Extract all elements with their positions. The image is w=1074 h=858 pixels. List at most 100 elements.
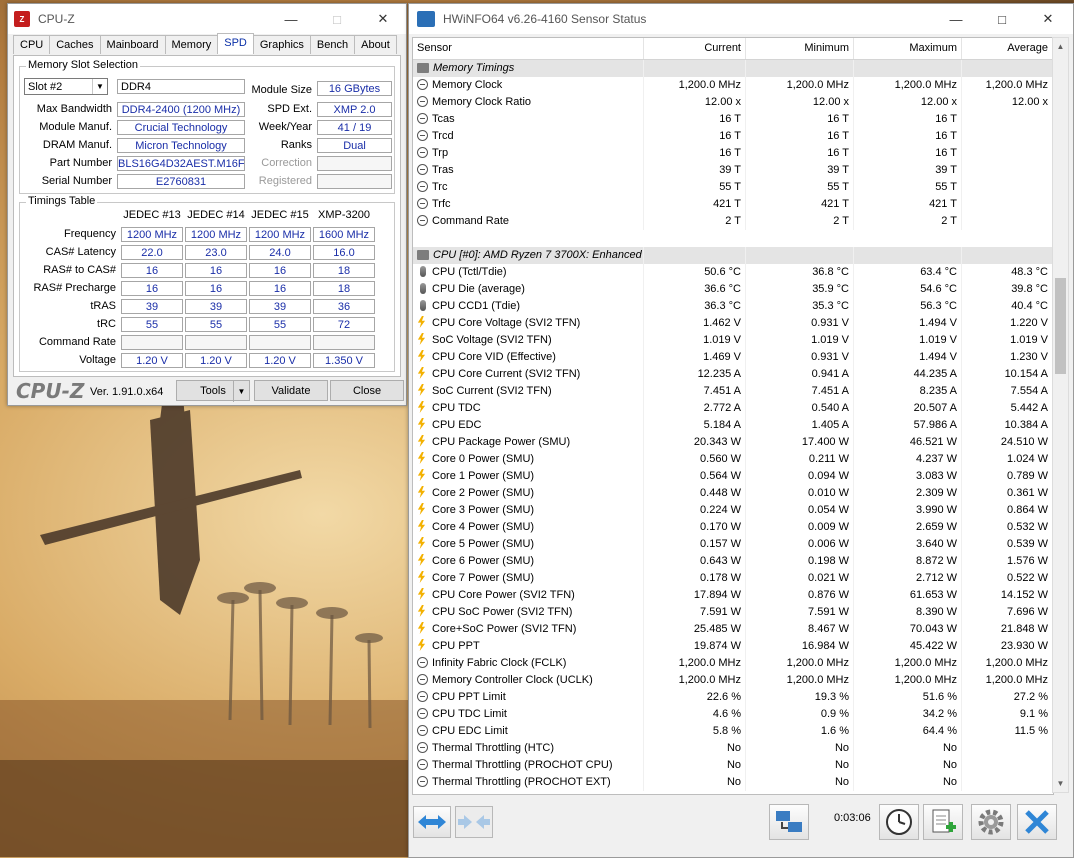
- sensor-row[interactable]: CPU PPT Limit 22.6 % 19.3 % 51.6 % 27.2 %: [413, 689, 1053, 706]
- hw-maximize-button[interactable]: □: [979, 4, 1025, 34]
- sensor-row[interactable]: Core 1 Power (SMU) 0.564 W 0.094 W 3.083 W0…: [413, 468, 1053, 485]
- tab-caches[interactable]: Caches: [49, 35, 101, 54]
- tab-bench[interactable]: Bench: [309, 35, 356, 54]
- sensor-row[interactable]: Core 2 Power (SMU) 0.448 W 0.010 W 2.309 W0…: [413, 485, 1053, 502]
- sensor-row[interactable]: CPU Core Power (SVI2 TFN) 17.894 W 0.876 W…: [413, 587, 1053, 604]
- col-header-current[interactable]: Current: [644, 38, 746, 59]
- sensor-row[interactable]: SoC Voltage (SVI2 TFN) 1.019 V 1.019 V 1.01…: [413, 332, 1053, 349]
- sensor-row[interactable]: Memory Clock 1,200.0 MHz 1,200.0 MHz 1,200.…: [413, 77, 1053, 94]
- scroll-up-icon[interactable]: ▲: [1053, 38, 1068, 55]
- timing-col-jedec13: JEDEC #13: [123, 209, 181, 221]
- minimize-button[interactable]: —: [268, 4, 314, 34]
- sensor-row[interactable]: CPU EDC 5.184 A 1.405 A 57.986 A 10.384 A: [413, 417, 1053, 434]
- slot-dropdown[interactable]: Slot #2 ▼: [24, 78, 108, 95]
- sensor-row[interactable]: Trfc 421 T 421 T 421 T: [413, 196, 1053, 213]
- sensor-row[interactable]: Core 6 Power (SMU) 0.643 W 0.198 W 8.872 W1…: [413, 553, 1053, 570]
- close-window-button[interactable]: ✕: [360, 4, 406, 34]
- hw-close-window-button[interactable]: ✕: [1025, 4, 1071, 34]
- scroll-down-icon[interactable]: ▼: [1053, 775, 1068, 792]
- sensor-row[interactable]: Thermal Throttling (PROCHOT CPU) No No No: [413, 757, 1053, 774]
- sensor-row[interactable]: CPU PPT 19.874 W 16.984 W 45.422 W 23.930 W: [413, 638, 1053, 655]
- timing-cell: 39: [249, 299, 311, 314]
- tab-graphics[interactable]: Graphics: [252, 35, 311, 54]
- lightning-bolt-icon: [417, 520, 426, 532]
- sensor-row[interactable]: Tras 39 T 39 T 39 T: [413, 162, 1053, 179]
- sensor-row[interactable]: CPU SoC Power (SVI2 TFN) 7.591 W 7.591 W 8.…: [413, 604, 1053, 621]
- sensor-name: CPU Die (average): [432, 283, 525, 295]
- sensor-row[interactable]: Memory Clock Ratio 12.00 x 12.00 x 12.00 x1…: [413, 94, 1053, 111]
- sensor-row[interactable]: Trc 55 T 55 T 55 T: [413, 179, 1053, 196]
- sensor-row[interactable]: CPU Core VID (Effective) 1.469 V 0.931 V 1.…: [413, 349, 1053, 366]
- sensor-minimum-cell: 2 T: [746, 213, 854, 230]
- next-sensor-button[interactable]: [455, 806, 493, 838]
- network-button[interactable]: [769, 804, 809, 840]
- sensor-row[interactable]: Core 4 Power (SMU) 0.170 W 0.009 W 2.659 W0…: [413, 519, 1053, 536]
- sensor-row[interactable]: Thermal Throttling (PROCHOT EXT) No No No: [413, 774, 1053, 791]
- col-header-sensor[interactable]: Sensor: [413, 38, 644, 59]
- sensor-row[interactable]: Memory Controller Clock (UCLK) 1,200.0 MH…: [413, 672, 1053, 689]
- sensor-row[interactable]: CPU (Tctl/Tdie) 50.6 °C 36.8 °C 63.4 °C 48.3…: [413, 264, 1053, 281]
- sensor-average-cell: [962, 213, 1053, 230]
- sensor-current-cell: 16 T: [644, 128, 746, 145]
- sensor-row[interactable]: CPU Package Power (SMU) 20.343 W 17.400 W4…: [413, 434, 1053, 451]
- sensor-scrollbar[interactable]: ▲ ▼: [1052, 37, 1069, 793]
- sensor-maximum-cell: 1.494 V: [854, 349, 962, 366]
- sensor-row[interactable]: Trp 16 T 16 T 16 T: [413, 145, 1053, 162]
- tab-mainboard[interactable]: Mainboard: [99, 35, 166, 54]
- sensor-row[interactable]: CPU Die (average) 36.6 °C 35.9 °C 54.6 °C 39…: [413, 281, 1053, 298]
- sensor-row[interactable]: Core 5 Power (SMU) 0.157 W 0.006 W 3.640 W0…: [413, 536, 1053, 553]
- scroll-thumb[interactable]: [1055, 278, 1066, 374]
- col-header-average[interactable]: Average: [962, 38, 1053, 59]
- sensor-maximum-cell: 421 T: [854, 196, 962, 213]
- sensor-minimum-cell: 0.931 V: [746, 315, 854, 332]
- sensor-group-row[interactable]: Memory Timings: [413, 60, 1053, 77]
- col-header-maximum[interactable]: Maximum: [854, 38, 962, 59]
- sensor-row[interactable]: Core 0 Power (SMU) 0.560 W 0.211 W 4.237 W1…: [413, 451, 1053, 468]
- tab-about[interactable]: About: [354, 35, 397, 54]
- lightning-bolt-icon: [417, 537, 426, 549]
- sensor-row[interactable]: Trcd 16 T 16 T 16 T: [413, 128, 1053, 145]
- hwinfo-titlebar[interactable]: HWiNFO64 v6.26-4160 Sensor Status — □ ✕: [409, 4, 1073, 34]
- sensor-row[interactable]: SoC Current (SVI2 TFN) 7.451 A 7.451 A 8.23…: [413, 383, 1053, 400]
- sensor-group-row[interactable]: CPU [#0]: AMD Ryzen 7 3700X: Enhanced: [413, 247, 1053, 264]
- tab-cpu[interactable]: CPU: [13, 35, 51, 54]
- sensor-row[interactable]: CPU EDC Limit 5.8 % 1.6 % 64.4 % 11.5 %: [413, 723, 1053, 740]
- close-button[interactable]: Close: [330, 380, 404, 401]
- sensor-row[interactable]: CPU Core Voltage (SVI2 TFN) 1.462 V 0.931 …: [413, 315, 1053, 332]
- timing-cell: 1.350 V: [313, 353, 375, 368]
- sensor-minimum-cell: 1,200.0 MHz: [746, 672, 854, 689]
- close-sensors-button[interactable]: [1017, 804, 1057, 840]
- sensor-name: CPU TDC Limit: [432, 708, 507, 720]
- sensor-minimum-cell: 35.3 °C: [746, 298, 854, 315]
- sensor-maximum-cell: 61.653 W: [854, 587, 962, 604]
- sensor-row[interactable]: CPU TDC Limit 4.6 % 0.9 % 34.2 % 9.1 %: [413, 706, 1053, 723]
- sensor-row[interactable]: Core+SoC Power (SVI2 TFN) 25.485 W 8.467 W…: [413, 621, 1053, 638]
- validate-button[interactable]: Validate: [254, 380, 328, 401]
- sensor-row[interactable]: Core 7 Power (SMU) 0.178 W 0.021 W 2.712 W0…: [413, 570, 1053, 587]
- sensor-average-cell: 14.152 W: [962, 587, 1053, 604]
- sensor-row[interactable]: Infinity Fabric Clock (FCLK) 1,200.0 MHz 1…: [413, 655, 1053, 672]
- tools-button[interactable]: Tools ▼: [176, 380, 250, 402]
- reset-timer-button[interactable]: [879, 804, 919, 840]
- minimize-icon: —: [284, 11, 298, 27]
- cpuz-titlebar[interactable]: Z CPU-Z — □ ✕: [8, 4, 406, 34]
- tab-spd[interactable]: SPD: [217, 33, 254, 54]
- prev-sensor-button[interactable]: [413, 806, 451, 838]
- sensor-row[interactable]: Core 3 Power (SMU) 0.224 W 0.054 W 3.990 W0…: [413, 502, 1053, 519]
- sensor-minimum-cell: 0.021 W: [746, 570, 854, 587]
- col-header-minimum[interactable]: Minimum: [746, 38, 854, 59]
- sensor-row[interactable]: CPU CCD1 (Tdie) 36.3 °C 35.3 °C 56.3 °C 40.4…: [413, 298, 1053, 315]
- sensor-row[interactable]: CPU Core Current (SVI2 TFN) 12.235 A 0.941…: [413, 366, 1053, 383]
- sensor-row[interactable]: Thermal Throttling (HTC) No No No: [413, 740, 1053, 757]
- sensor-maximum-cell: 51.6 %: [854, 689, 962, 706]
- cpuz-footer: CPU-Z Ver. 1.91.0.x64 Tools ▼ Validate C…: [8, 377, 406, 403]
- logging-button[interactable]: [923, 804, 963, 840]
- sensor-row[interactable]: Tcas 16 T 16 T 16 T: [413, 111, 1053, 128]
- sensor-grid-header: Sensor Current Minimum Maximum Average: [413, 38, 1053, 60]
- tab-memory[interactable]: Memory: [164, 35, 219, 54]
- hw-minimize-button[interactable]: —: [933, 4, 979, 34]
- sensor-row[interactable]: CPU TDC 2.772 A 0.540 A 20.507 A 5.442 A: [413, 400, 1053, 417]
- sensor-average-cell: [962, 196, 1053, 213]
- sensor-row[interactable]: Command Rate 2 T2 T2 T: [413, 213, 1053, 230]
- settings-button[interactable]: [971, 804, 1011, 840]
